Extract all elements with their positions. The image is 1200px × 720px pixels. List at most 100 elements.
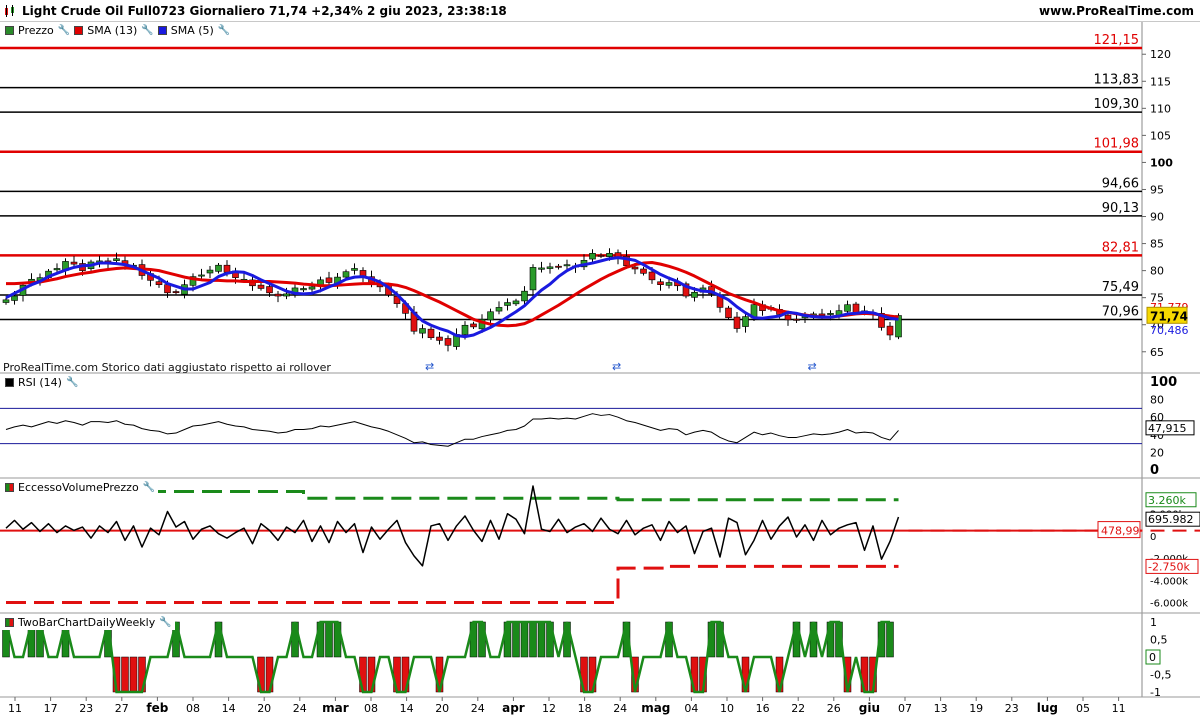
twobar-y-tick-label: 1 bbox=[1150, 616, 1157, 629]
x-axis-tick-label: 11 bbox=[1112, 702, 1126, 715]
candle-body bbox=[325, 277, 333, 283]
evp-legend-label: EccessoVolumePrezzo bbox=[18, 481, 139, 494]
candle-body bbox=[818, 313, 826, 316]
x-axis-tick-label: 05 bbox=[1076, 702, 1090, 715]
candle-body bbox=[11, 295, 18, 301]
candle-body bbox=[351, 268, 358, 271]
level-label: 90,13 bbox=[1102, 201, 1139, 216]
candle-body bbox=[504, 302, 511, 306]
rsi-line bbox=[5, 413, 899, 447]
x-axis-tick-label: 23 bbox=[79, 702, 93, 715]
rsi-y-tick-label: 100 bbox=[1150, 375, 1177, 390]
evp-y-tick-label: -6.000k bbox=[1150, 598, 1188, 609]
x-axis-tick-label: 27 bbox=[115, 702, 129, 715]
candle-body bbox=[521, 290, 528, 302]
twobar-bar bbox=[121, 656, 129, 693]
sma5-legend-label: SMA (5) bbox=[170, 24, 214, 37]
chart-canvas[interactable]: 65707580859095100105110115120121,15113,8… bbox=[0, 0, 1200, 720]
brand-link[interactable]: www.ProRealTime.com bbox=[1039, 4, 1194, 18]
x-axis-tick-label: 14 bbox=[400, 702, 414, 715]
x-axis-tick-label: 14 bbox=[222, 702, 236, 715]
candle-body bbox=[827, 313, 834, 315]
x-axis-tick-label: giu bbox=[859, 701, 880, 715]
x-axis-tick-label: 19 bbox=[969, 702, 983, 715]
evp-swatch bbox=[5, 483, 14, 492]
candle-body bbox=[589, 253, 596, 260]
x-axis-tick-label: 20 bbox=[435, 702, 449, 715]
twobar-swatch bbox=[5, 618, 14, 627]
x-axis-tick-label: apr bbox=[502, 701, 525, 715]
x-axis-tick-label: 04 bbox=[684, 702, 698, 715]
chart-window: 65 70 75 80 85 90 95 100 105 110 115 120 121,15 113,8… bbox=[0, 0, 1200, 720]
candle-body bbox=[546, 266, 554, 269]
candle-body bbox=[487, 311, 494, 321]
wrench-icon[interactable]: 🔧 bbox=[218, 25, 230, 36]
evp-lower-label: -2.750k bbox=[1148, 560, 1190, 573]
twobar-bar bbox=[325, 621, 333, 658]
x-axis-tick-label: 17 bbox=[44, 702, 58, 715]
x-axis-tick-label: 18 bbox=[578, 702, 592, 715]
x-axis-tick-label: mag bbox=[641, 701, 670, 715]
candle-body bbox=[206, 269, 214, 274]
candle-body bbox=[283, 293, 290, 297]
x-axis-tick-label: 22 bbox=[791, 702, 805, 715]
x-axis-tick-label: 16 bbox=[756, 702, 770, 715]
candle-body bbox=[470, 323, 477, 328]
price-y-tick-label: 105 bbox=[1150, 129, 1171, 142]
candle-body bbox=[784, 314, 792, 321]
wrench-icon[interactable]: 🔧 bbox=[159, 617, 171, 628]
candle-body bbox=[742, 316, 749, 327]
twobar-bar bbox=[886, 621, 894, 658]
price-legend: Prezzo 🔧 SMA (13) 🔧 SMA (5) 🔧 bbox=[2, 23, 234, 38]
evp-legend: EccessoVolumePrezzo 🔧 bbox=[2, 480, 159, 495]
x-axis-tick-label: 08 bbox=[364, 702, 378, 715]
x-axis-tick-label: lug bbox=[1037, 701, 1058, 715]
twobar-legend: TwoBarChartDailyWeekly 🔧 bbox=[2, 615, 175, 630]
sma5-line bbox=[5, 256, 899, 339]
candle-body bbox=[274, 293, 282, 297]
x-axis-tick-label: 24 bbox=[293, 702, 307, 715]
x-axis-tick-label: 10 bbox=[720, 702, 734, 715]
twobar-bar bbox=[520, 621, 529, 658]
wrench-icon[interactable]: 🔧 bbox=[141, 25, 153, 36]
level-label: 75,49 bbox=[1102, 280, 1139, 295]
x-axis-tick-label: 12 bbox=[542, 702, 556, 715]
level-label: 121,15 bbox=[1094, 33, 1140, 48]
x-axis-tick-label: 20 bbox=[257, 702, 271, 715]
candle-body bbox=[164, 284, 171, 294]
candle-body bbox=[2, 299, 10, 303]
level-label: 70,96 bbox=[1102, 305, 1139, 320]
twobar-y-tick-label: -1 bbox=[1150, 686, 1161, 699]
evp-upper-label: 3.260k bbox=[1148, 494, 1186, 507]
wrench-icon[interactable]: 🔧 bbox=[58, 25, 70, 36]
price-y-tick-label: 95 bbox=[1150, 183, 1164, 196]
wrench-icon[interactable]: 🔧 bbox=[66, 377, 78, 388]
x-axis-tick-label: 13 bbox=[934, 702, 948, 715]
twobar-legend-label: TwoBarChartDailyWeekly bbox=[18, 616, 156, 629]
candle-body bbox=[640, 268, 647, 274]
price-y-tick-label: 85 bbox=[1150, 238, 1164, 251]
candle-body bbox=[266, 286, 273, 294]
candle-body bbox=[529, 267, 537, 291]
x-axis-tick-label: 26 bbox=[827, 702, 841, 715]
last-price-label: 71,74 bbox=[1150, 309, 1188, 323]
price-y-tick-label: 110 bbox=[1150, 102, 1171, 115]
candle-body bbox=[495, 307, 503, 312]
candle-body bbox=[648, 271, 656, 281]
x-axis-tick-label: feb bbox=[146, 701, 168, 715]
level-label: 82,81 bbox=[1102, 240, 1139, 255]
price-y-tick-label: 65 bbox=[1150, 346, 1164, 359]
candle-body bbox=[657, 281, 664, 285]
x-axis-tick-label: mar bbox=[322, 701, 349, 715]
candle-body bbox=[793, 318, 800, 321]
twobar-bar bbox=[512, 621, 520, 658]
candle-body bbox=[113, 258, 120, 261]
candle-body bbox=[691, 291, 698, 298]
data-source-note: ProRealTime.com Storico dati aggiustato … bbox=[3, 361, 331, 374]
candle-body bbox=[844, 304, 851, 312]
wrench-icon[interactable]: 🔧 bbox=[143, 482, 155, 493]
candle-body bbox=[733, 316, 741, 329]
rsi-y-tick-label: 0 bbox=[1150, 463, 1159, 478]
candle-body bbox=[631, 266, 639, 270]
rsi-legend-label: RSI (14) bbox=[18, 376, 62, 389]
